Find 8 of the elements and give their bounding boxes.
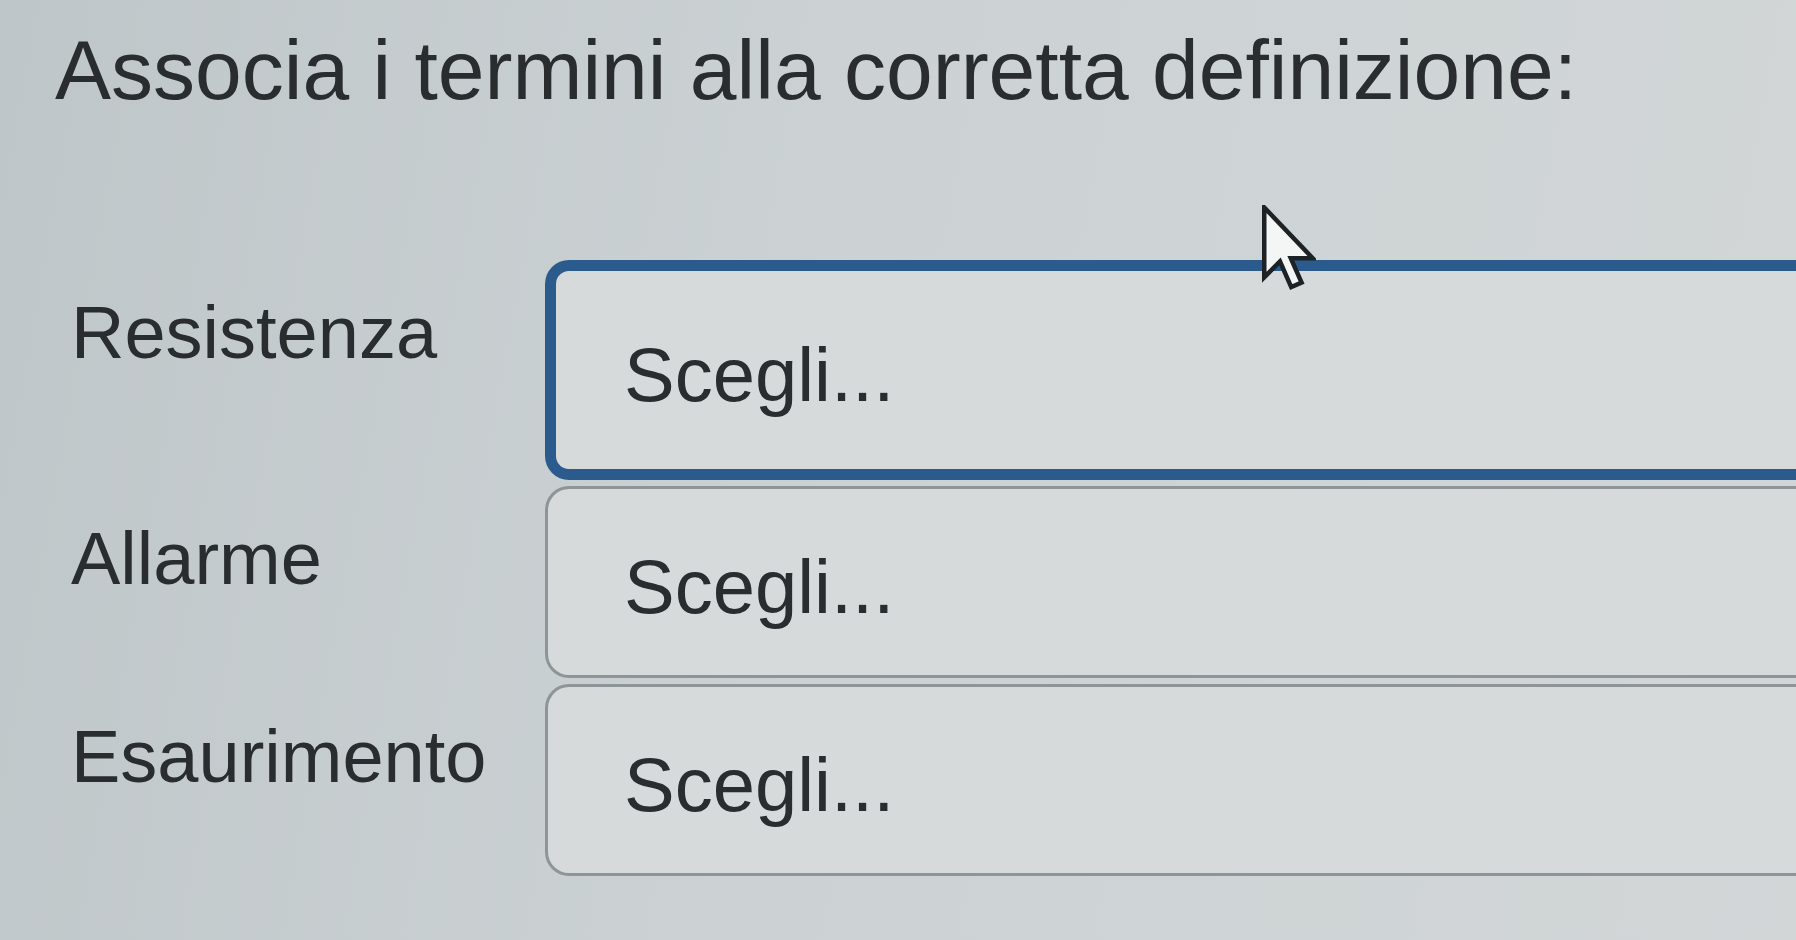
term-label: Allarme: [70, 516, 323, 602]
answer-dropdown[interactable]: Scegli...: [545, 260, 1796, 480]
term-label: Esaurimento: [70, 714, 488, 800]
term-label: Resistenza: [70, 290, 439, 376]
instruction-text: Associa i termini alla corretta definizione:: [55, 22, 1577, 119]
answer-dropdown[interactable]: Scegli...: [545, 486, 1796, 678]
answer-dropdown[interactable]: Scegli...: [545, 684, 1796, 876]
mouse-cursor-icon: [1262, 205, 1316, 291]
